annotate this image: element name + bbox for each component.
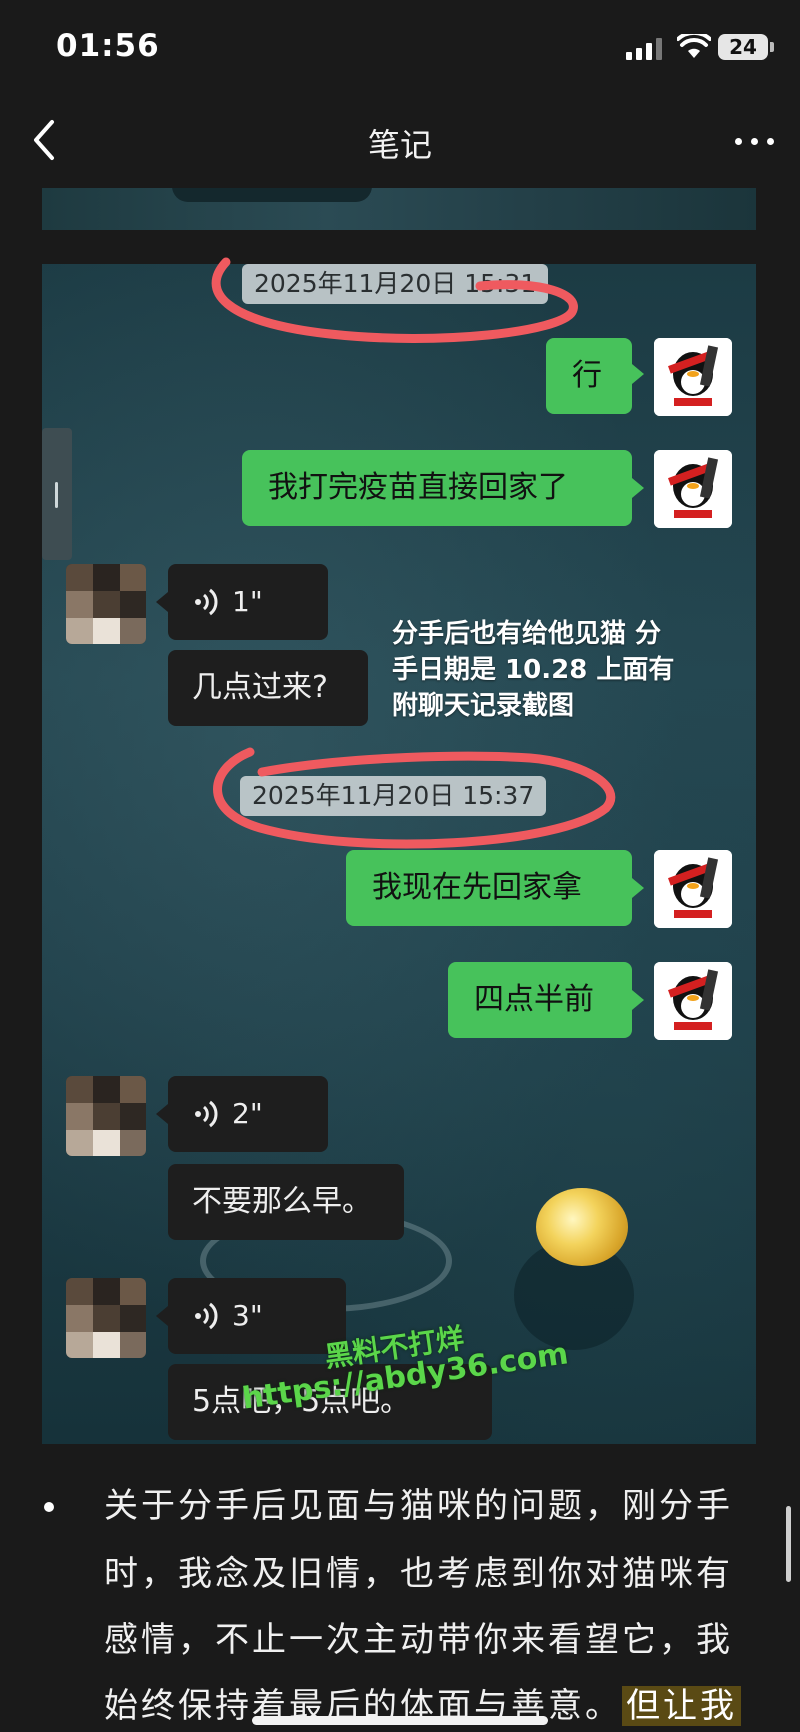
annotation-text: 分手后也有给他见猫 分 手日期是 10.28 上面有 附聊天记录截图	[392, 616, 722, 724]
more-dots-icon[interactable]	[735, 134, 779, 148]
home-indicator[interactable]	[252, 1716, 548, 1725]
avatar-self[interactable]	[654, 850, 732, 928]
message-bubble-out[interactable]: 四点半前	[448, 962, 632, 1038]
message-bubble-out[interactable]: 我打完疫苗直接回家了	[242, 450, 632, 526]
nav-bar: 笔记	[0, 96, 800, 188]
bubble-tail	[156, 1104, 168, 1124]
avatar-self[interactable]	[654, 450, 732, 528]
image-side-handle[interactable]	[42, 428, 72, 560]
voice-message[interactable]: 1"	[168, 564, 328, 640]
message-bubble-out[interactable]: 我现在先回家拿	[346, 850, 632, 926]
beach-ball	[536, 1188, 628, 1266]
bullet	[44, 1502, 54, 1512]
battery-icon: 24	[718, 34, 768, 60]
message-bubble-in[interactable]: 不要那么早。	[168, 1164, 404, 1240]
avatar-self[interactable]	[654, 962, 732, 1040]
message-bubble-in[interactable]: 5点吧，5点吧。	[168, 1364, 492, 1440]
note-highlight: 但让我	[622, 1686, 741, 1726]
bubble-tail	[632, 878, 644, 898]
note-line: 感情，不止一次主动带你来看望它，我	[104, 1620, 733, 1660]
status-bar: 01:56 24	[0, 0, 800, 96]
bubble-tail	[156, 592, 168, 612]
avatar-other[interactable]	[66, 1278, 146, 1358]
page-title: 笔记	[367, 126, 432, 164]
annotation-line: 附聊天记录截图	[392, 691, 575, 721]
note-line: 时，我念及旧情，也考虑到你对猫咪有	[104, 1554, 733, 1594]
avatar-other[interactable]	[66, 564, 146, 644]
bubble-tail	[632, 478, 644, 498]
wifi-icon	[677, 34, 711, 58]
voice-wave-icon	[195, 588, 218, 616]
battery-tip	[770, 42, 774, 52]
previous-image-strip	[42, 188, 756, 230]
avatar-self[interactable]	[654, 338, 732, 416]
chat-timestamp: 2025年11月20日 15:31	[242, 264, 549, 304]
scroll-indicator[interactable]	[786, 1506, 791, 1582]
voice-message[interactable]: 2"	[168, 1076, 328, 1152]
avatar-other[interactable]	[66, 1076, 146, 1156]
voice-duration: 3"	[232, 1299, 263, 1332]
voice-wave-icon	[195, 1302, 218, 1330]
voice-wave-icon	[195, 1100, 218, 1128]
message-bubble-out[interactable]: 行	[546, 338, 632, 414]
chat-timestamp: 2025年11月20日 15:37	[240, 776, 547, 816]
note-line: 关于分手后见面与猫咪的问题，刚分手	[104, 1486, 733, 1526]
voice-message[interactable]: 3"	[168, 1278, 346, 1354]
annotation-line: 手日期是 10.28 上面有	[392, 655, 675, 685]
bubble-tail	[156, 1306, 168, 1326]
voice-duration: 2"	[232, 1097, 263, 1130]
status-time: 01:56	[56, 28, 160, 64]
cropped-message-area: 5点吧，5点吧。	[42, 1364, 756, 1444]
signal-icon	[626, 38, 666, 60]
bubble-tail	[632, 364, 644, 384]
message-bubble-in[interactable]: 几点过来?	[168, 650, 368, 726]
voice-duration: 1"	[232, 585, 263, 618]
bubble-tail	[632, 990, 644, 1010]
annotation-line: 分手后也有给他见猫 分	[392, 619, 662, 649]
